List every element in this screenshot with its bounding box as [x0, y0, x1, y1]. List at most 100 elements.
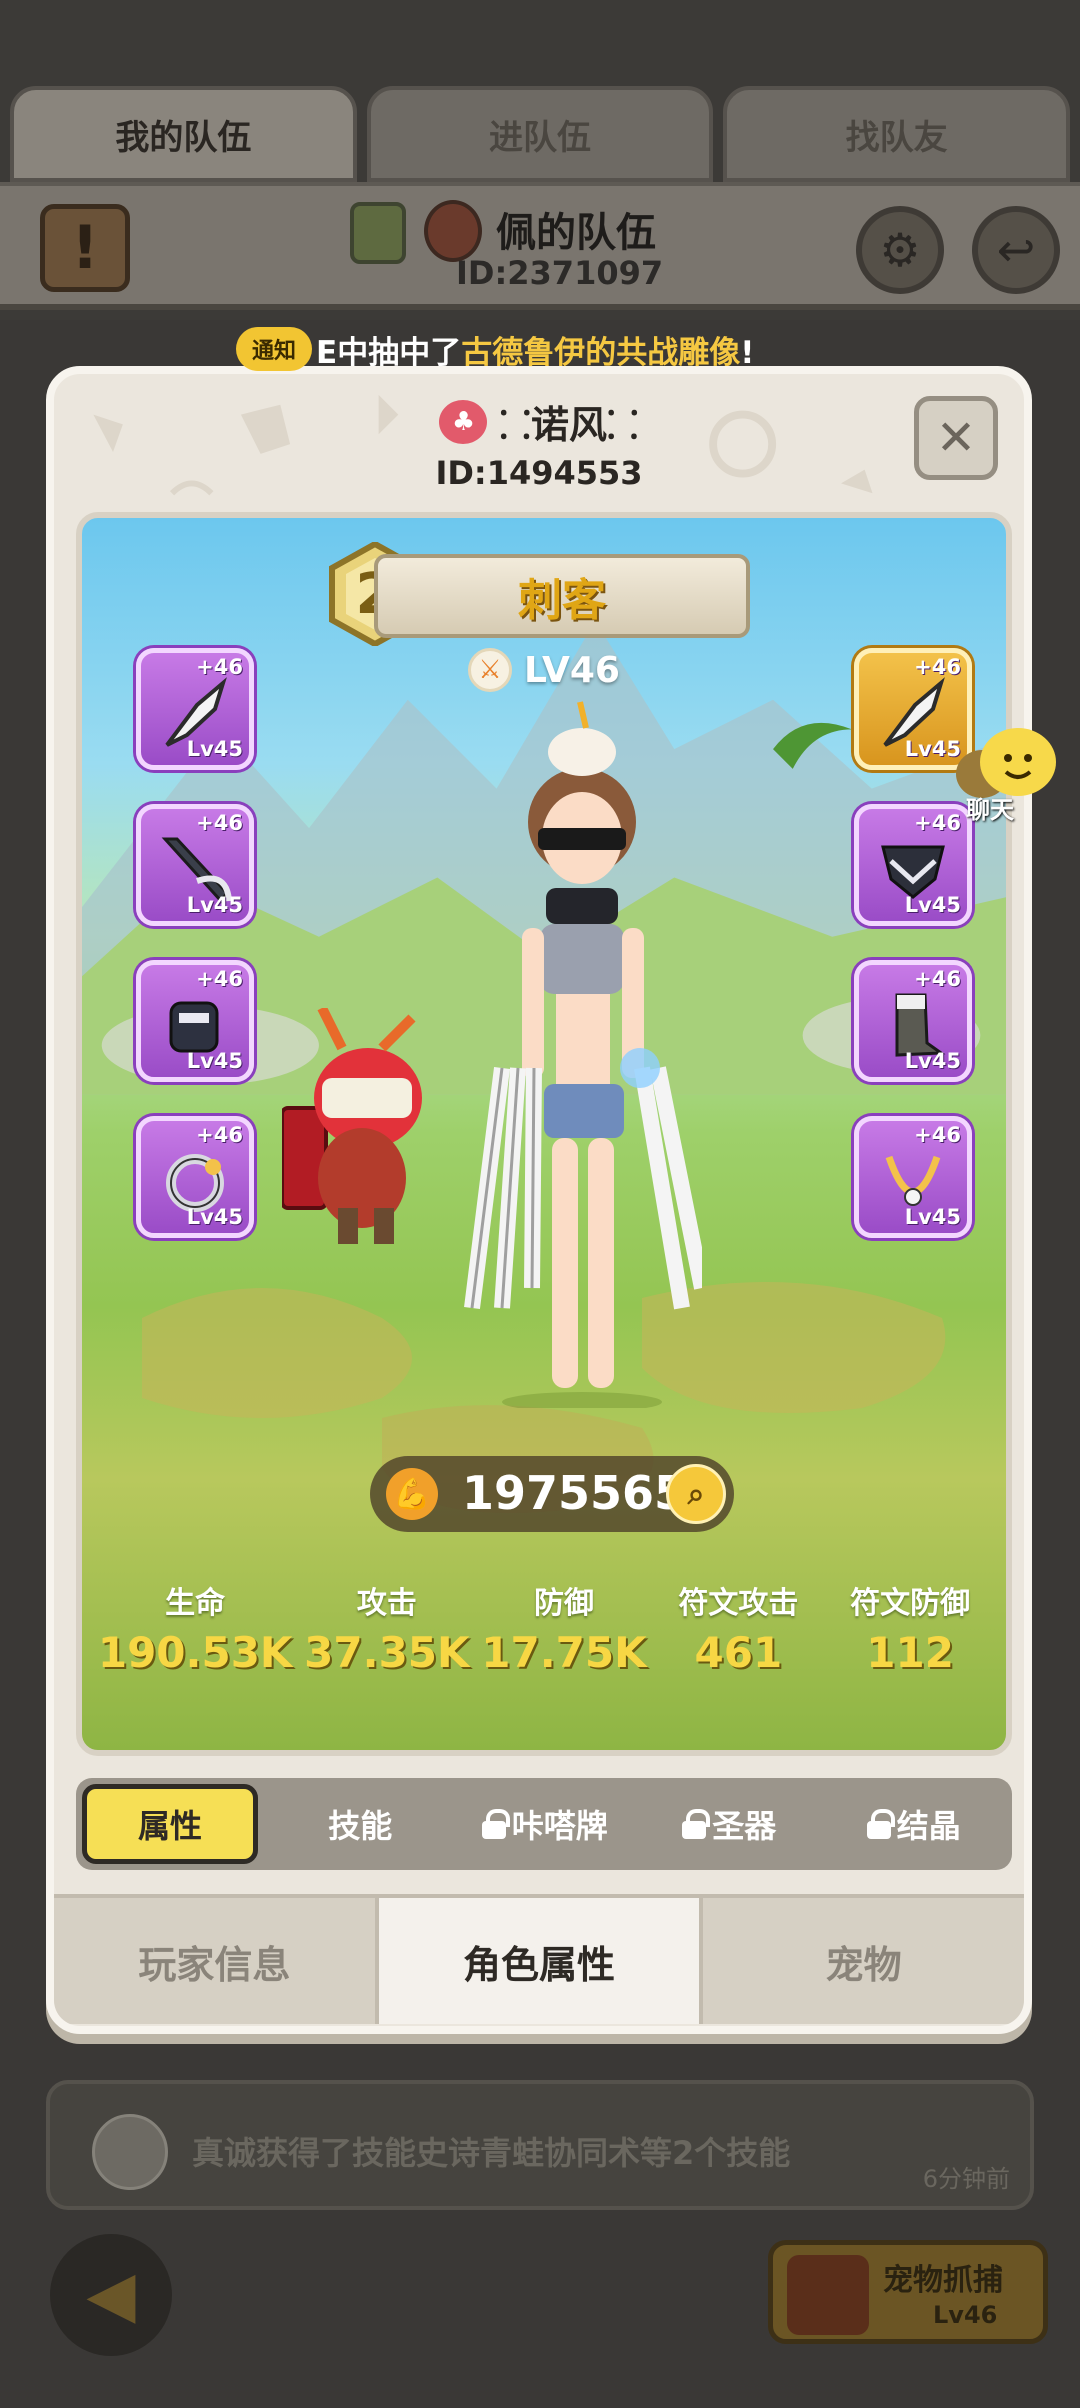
stat-label: 符文防御 [850, 1586, 971, 1621]
equip-plus: +46 [914, 967, 961, 991]
feed-time: 6分钟前 [922, 2165, 1010, 2193]
stat-value: 112 [866, 1628, 954, 1677]
player-name-row: ♣ ⸬诺风⸬ [54, 394, 1024, 450]
gear-icon[interactable]: ⚙ [856, 206, 944, 294]
equip-slot-left-3[interactable]: +46 Lv45 [136, 960, 254, 1082]
tab-skills[interactable]: 技能 [268, 1784, 453, 1864]
tab-crystals[interactable]: 结晶 [822, 1784, 1007, 1864]
stat-value: 190.53K [97, 1628, 293, 1677]
equip-level: Lv45 [186, 737, 243, 761]
back-button[interactable]: ◀ [50, 2234, 172, 2356]
equip-level: Lv45 [904, 1205, 961, 1229]
team-name: 佩的队伍 [496, 210, 656, 256]
stat-value: 461 [694, 1628, 783, 1677]
combat-power-value: 1975565 [462, 1466, 687, 1520]
equip-level: Lv45 [904, 1049, 961, 1073]
player-detail-modal: ♣ ⸬诺风⸬ ID:1494553 ✕ 2 刺客 ⚔ LV46 [46, 366, 1032, 2034]
lock-icon [866, 1809, 895, 1839]
tab-pets[interactable]: 宠物 [703, 1898, 1024, 2024]
equip-plus: +46 [914, 1123, 961, 1147]
tab-join-team[interactable]: 进队伍 [366, 86, 714, 182]
tab-label: 圣器 [712, 1807, 777, 1845]
equip-level: Lv45 [186, 1205, 243, 1229]
team-rank-badge-icon [350, 202, 406, 264]
equip-level: Lv45 [904, 893, 961, 917]
strength-arm-icon: 💪 [386, 1468, 438, 1520]
pet-capture-label: 宠物抓捕 [883, 2263, 1003, 2298]
equip-plus: +46 [196, 967, 243, 991]
tab-label: 结晶 [896, 1807, 961, 1845]
stat-label: 生命 [165, 1586, 226, 1621]
notice-banner: 通知 E中抽中了古德鲁伊的共战雕像! [236, 326, 754, 372]
stat-value: 17.75K [481, 1628, 647, 1677]
notice-text: E中抽中了古德鲁伊的共战雕像! [316, 327, 754, 372]
tab-relics[interactable]: 圣器 [637, 1784, 822, 1864]
boar-icon [787, 2255, 869, 2335]
team-id: ID:2371097 [456, 254, 664, 292]
pet-capture-level: Lv46 [933, 2301, 998, 2329]
notice-highlight: 古德鲁伊的共战雕像 [461, 334, 741, 371]
tab-player-info[interactable]: 玩家信息 [54, 1898, 379, 2024]
tab-find-teammate[interactable]: 找队友 [723, 86, 1071, 182]
team-header: ! 佩的队伍 ID:2371097 ⚙ ↩ [0, 182, 1080, 310]
chat-label[interactable]: 聊天 [966, 790, 1014, 825]
player-emblem-icon: ♣ [439, 400, 488, 444]
equip-plus: +46 [914, 655, 961, 679]
tab-label: 属性 [137, 1807, 202, 1845]
stat-rune-defense: 符文防御 112 [830, 1578, 990, 1677]
stat-label: 防御 [533, 1586, 594, 1621]
feed-item: 真诚获得了技能史诗青蛙协同术等2个技能 6分钟前 [46, 2080, 1034, 2210]
feed-text: 真诚获得了技能史诗青蛙协同术等2个技能 [192, 2134, 791, 2172]
arrow-left-icon: ◀ [86, 2258, 136, 2332]
stat-label: 符文攻击 [678, 1586, 799, 1621]
avatar [92, 2114, 168, 2190]
stat-value: 37.35K [304, 1628, 470, 1677]
equip-slot-left-4[interactable]: +46 Lv45 [136, 1116, 254, 1238]
player-id: ID:1494553 [435, 454, 643, 492]
tab-my-team[interactable]: 我的队伍 [10, 86, 357, 182]
tab-cards[interactable]: 咔嗒牌 [453, 1784, 638, 1864]
pet-model [282, 1008, 422, 1244]
exclamation-icon[interactable]: ! [40, 204, 130, 292]
equip-plus: +46 [196, 655, 243, 679]
lock-icon [481, 1809, 510, 1839]
tab-label: 技能 [328, 1807, 393, 1845]
combat-power-pill: 💪 1975565 ⌕ [370, 1456, 734, 1532]
equip-slot-right-4[interactable]: +46 Lv45 [854, 1116, 972, 1238]
team-top-tabs: 我的队伍 进队伍 找队友 [10, 86, 1071, 182]
notice-tag: 通知 [236, 327, 313, 371]
exit-team-icon[interactable]: ↩ [972, 206, 1060, 294]
stat-attack: 攻击 37.35K [304, 1578, 469, 1677]
notice-prefix: E中抽中了 [316, 334, 462, 371]
sword-icon: ⚔ [468, 648, 513, 692]
equip-level: Lv45 [186, 893, 243, 917]
player-name: ⸬诺风⸬ [499, 403, 639, 447]
search-icon[interactable]: ⌕ [666, 1464, 726, 1524]
class-name: 刺客 [374, 554, 750, 638]
character-scene: 2 刺客 ⚔ LV46 +46 Lv45 +46 Lv45 +46 Lv45 +… [76, 512, 1012, 1756]
tab-label: 咔嗒牌 [511, 1807, 608, 1845]
close-button[interactable]: ✕ [914, 396, 998, 480]
equip-slot-left-2[interactable]: +46 Lv45 [136, 804, 254, 926]
team-emblem-icon [424, 200, 482, 262]
equip-plus: +46 [196, 811, 243, 835]
player-name-text: 诺风 [530, 403, 607, 447]
player-level: LV46 [524, 649, 620, 691]
stat-defense: 防御 17.75K [481, 1578, 646, 1677]
stat-label: 攻击 [356, 1586, 417, 1621]
lock-icon [682, 1809, 711, 1839]
equip-slot-right-3[interactable]: +46 Lv45 [854, 960, 972, 1082]
stats-row: 生命 190.53K 攻击 37.35K 防御 17.75K 符文攻击 461 … [82, 1578, 1006, 1677]
notice-suffix: ! [740, 334, 755, 371]
close-icon: ✕ [935, 410, 977, 466]
stat-rune-attack: 符文攻击 461 [658, 1578, 818, 1677]
tab-character-attributes[interactable]: 角色属性 [378, 1898, 704, 2024]
stat-hp: 生命 190.53K [98, 1578, 293, 1677]
attribute-sub-tabs: 属性 技能 咔嗒牌 圣器 结晶 [76, 1778, 1012, 1870]
modal-bottom-tabs: 玩家信息 角色属性 宠物 [54, 1894, 1024, 2024]
equip-slot-left-1[interactable]: +46 Lv45 [136, 648, 254, 770]
equip-plus: +46 [196, 1123, 243, 1147]
pet-capture-button[interactable]: 宠物抓捕 Lv46 [768, 2240, 1048, 2344]
equip-level: Lv45 [186, 1049, 243, 1073]
tab-attributes[interactable]: 属性 [82, 1784, 258, 1864]
